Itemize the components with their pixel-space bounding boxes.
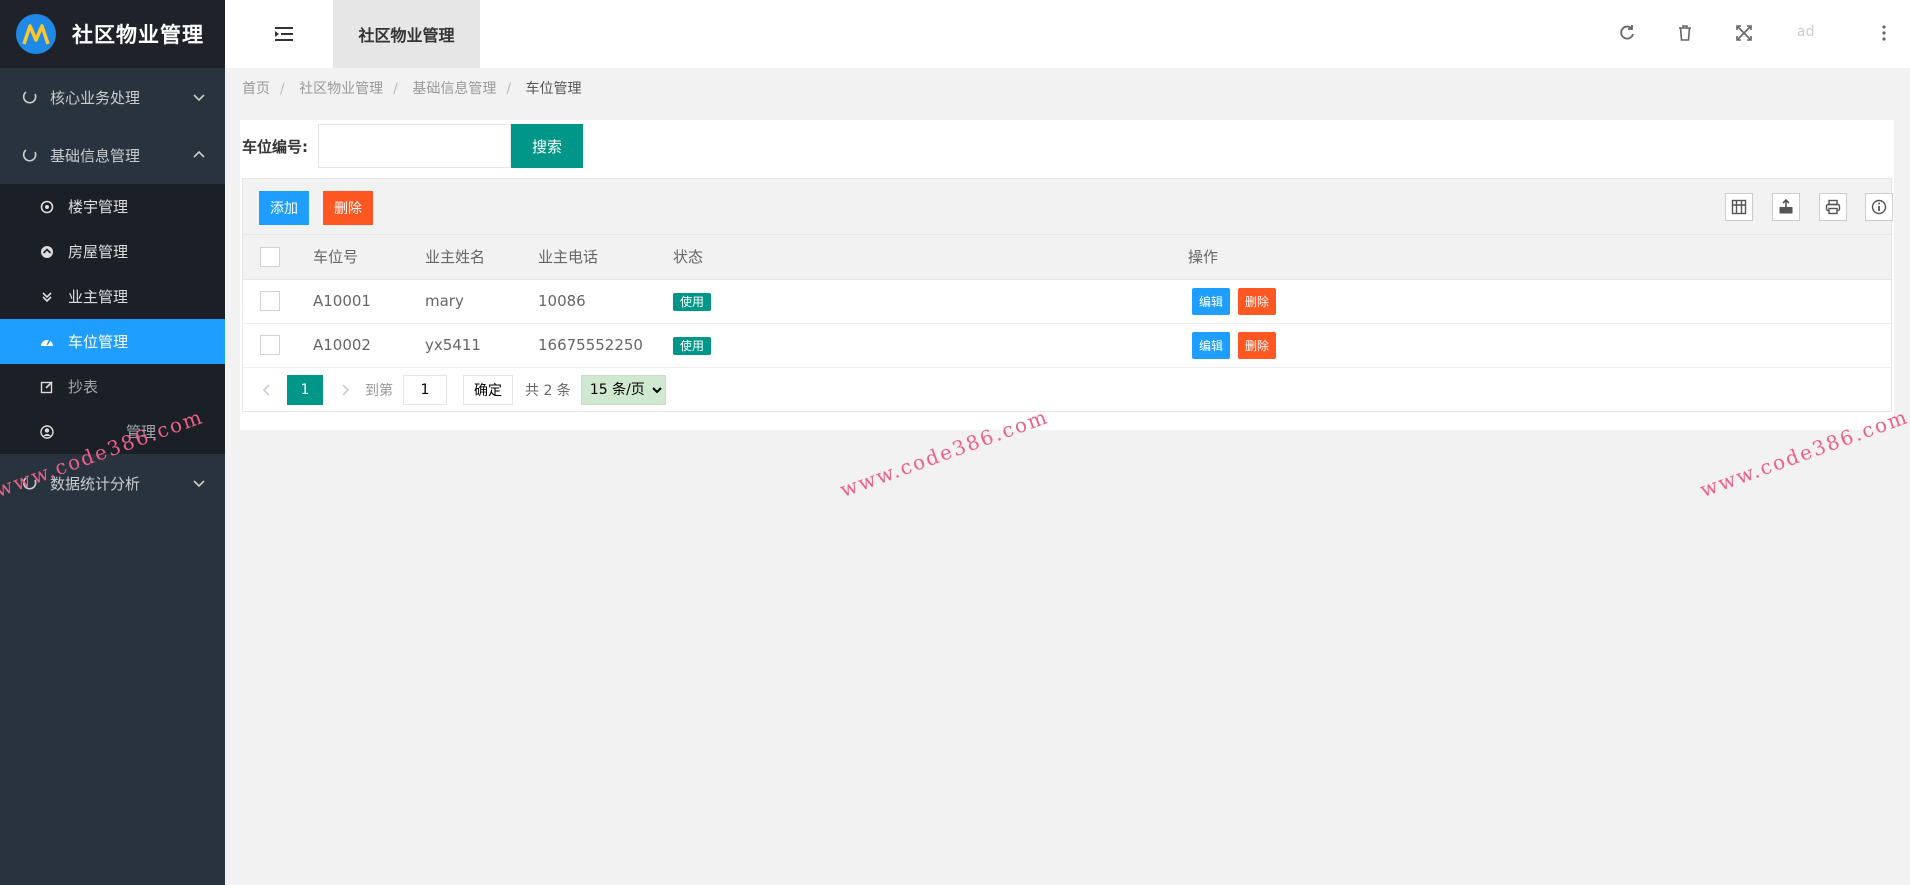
columns-icon[interactable] xyxy=(1725,193,1753,221)
current-page[interactable]: 1 xyxy=(287,374,323,405)
breadcrumb-section[interactable]: 基础信息管理 xyxy=(412,81,496,97)
select-all-checkbox[interactable] xyxy=(260,246,280,267)
row-delete-button[interactable]: 删除 xyxy=(1238,331,1277,359)
more-icon[interactable] xyxy=(1875,24,1893,42)
col-code: 车位号 xyxy=(313,235,425,280)
chevron-up-icon xyxy=(193,150,205,158)
user-name[interactable]: ad xyxy=(1797,24,1814,40)
add-button[interactable]: 添加 xyxy=(259,191,309,225)
refresh-icon[interactable] xyxy=(1618,24,1636,42)
logo-icon xyxy=(16,14,56,54)
prev-page-icon[interactable] xyxy=(259,382,275,398)
app-logo[interactable]: 社区物业管理 xyxy=(0,0,225,68)
sidebar-item-label: 房屋管理 xyxy=(68,243,129,261)
menu-group-label: 核心业务处理 xyxy=(50,88,141,107)
chevron-down-icon xyxy=(193,94,205,102)
top-header: 社区物业管理 ad xyxy=(225,0,1910,68)
search-bar: 车位编号: 搜索 xyxy=(240,124,583,168)
delete-button[interactable]: 删除 xyxy=(323,191,373,225)
sidebar-item-meter[interactable]: 抄表 xyxy=(0,364,225,409)
menu-group-basic[interactable]: 基础信息管理 xyxy=(0,126,225,184)
parking-code-input[interactable] xyxy=(318,124,511,168)
menu-group-core[interactable]: 核心业务处理 xyxy=(0,68,225,126)
status-badge: 使用 xyxy=(673,293,712,311)
search-label: 车位编号: xyxy=(242,137,308,156)
cell-phone: 16675552250 xyxy=(538,323,673,368)
col-status: 状态 xyxy=(673,235,1188,280)
chevron-down-icon xyxy=(40,290,54,304)
col-actions: 操作 xyxy=(1188,235,1891,280)
chevron-down-icon xyxy=(193,480,205,488)
col-phone: 业主电话 xyxy=(538,235,673,280)
page-size-select[interactable]: 15 条/页 xyxy=(580,374,666,405)
goto-label: 到第 xyxy=(365,382,393,399)
row-delete-button[interactable]: 删除 xyxy=(1238,287,1277,315)
sidebar-toggle-icon[interactable] xyxy=(273,24,295,44)
edit-button[interactable]: 编辑 xyxy=(1192,331,1231,359)
data-table: 添加 删除 车位号 业主姓名 业主电话 状态 操作 A10001 mary 10… xyxy=(242,178,1893,412)
sidebar-item-parking[interactable]: 车位管理 xyxy=(0,319,225,364)
cell-phone: 10086 xyxy=(538,279,673,324)
status-badge: 使用 xyxy=(673,337,712,355)
edit-icon xyxy=(40,380,54,394)
circle-icon xyxy=(22,147,38,163)
sidebar-item-label: 楼宇管理 xyxy=(68,198,129,216)
col-owner: 业主姓名 xyxy=(425,235,538,280)
parking-table: 车位号 业主姓名 业主电话 状态 操作 A10001 mary 10086 使用… xyxy=(243,235,1891,368)
pagination: 1 到第 确定 共 2 条 15 条/页 xyxy=(243,368,1891,412)
trash-icon[interactable] xyxy=(1676,24,1694,42)
sidebar-item-label: 业主管理 xyxy=(68,288,129,306)
export-icon[interactable] xyxy=(1772,193,1800,221)
breadcrumb-current: 车位管理 xyxy=(525,81,582,97)
sidebar-item-label: 抄表 xyxy=(68,378,99,396)
sidebar-item-house[interactable]: 房屋管理 xyxy=(0,229,225,274)
total-count: 共 2 条 xyxy=(525,382,571,399)
tab-home[interactable]: 社区物业管理 xyxy=(333,0,480,68)
home-icon xyxy=(40,245,54,259)
print-icon[interactable] xyxy=(1819,193,1847,221)
goto-confirm-button[interactable]: 确定 xyxy=(463,374,513,405)
circle-icon xyxy=(22,89,38,105)
info-icon[interactable] xyxy=(1865,193,1893,221)
search-button[interactable]: 搜索 xyxy=(511,124,583,168)
table-toolbar: 添加 删除 xyxy=(243,179,1893,235)
sidebar-item-building[interactable]: 楼宇管理 xyxy=(0,184,225,229)
fullscreen-icon[interactable] xyxy=(1735,24,1753,42)
main-card: 车位编号: 搜索 添加 删除 车位号 业主姓名 业主电话 状态 操作 A1000… xyxy=(240,120,1894,430)
dashboard-icon xyxy=(40,335,54,349)
goto-page-input[interactable] xyxy=(403,374,447,405)
edit-button[interactable]: 编辑 xyxy=(1192,287,1231,315)
target-icon xyxy=(40,200,54,214)
app-title: 社区物业管理 xyxy=(72,23,204,47)
user-icon xyxy=(40,424,54,439)
breadcrumb-home[interactable]: 首页 xyxy=(242,81,270,97)
table-row: A10001 mary 10086 使用 编辑 删除 xyxy=(243,279,1891,324)
cell-code: A10001 xyxy=(313,279,425,324)
sidebar-item-owner[interactable]: 业主管理 xyxy=(0,274,225,319)
sidebar-item-label: 车位管理 xyxy=(68,333,129,351)
breadcrumb: 首页 / 社区物业管理 / 基础信息管理 / 车位管理 xyxy=(242,81,582,97)
cell-owner: mary xyxy=(425,279,538,324)
breadcrumb-app[interactable]: 社区物业管理 xyxy=(299,81,383,97)
cell-code: A10002 xyxy=(313,323,425,368)
menu-group-label: 基础信息管理 xyxy=(50,146,141,165)
row-checkbox[interactable] xyxy=(260,335,280,355)
cell-owner: yx5411 xyxy=(425,323,538,368)
table-header-row: 车位号 业主姓名 业主电话 状态 操作 xyxy=(243,235,1891,280)
table-row: A10002 yx5411 16675552250 使用 编辑 删除 xyxy=(243,323,1891,368)
row-checkbox[interactable] xyxy=(260,291,280,311)
next-page-icon[interactable] xyxy=(337,382,353,398)
